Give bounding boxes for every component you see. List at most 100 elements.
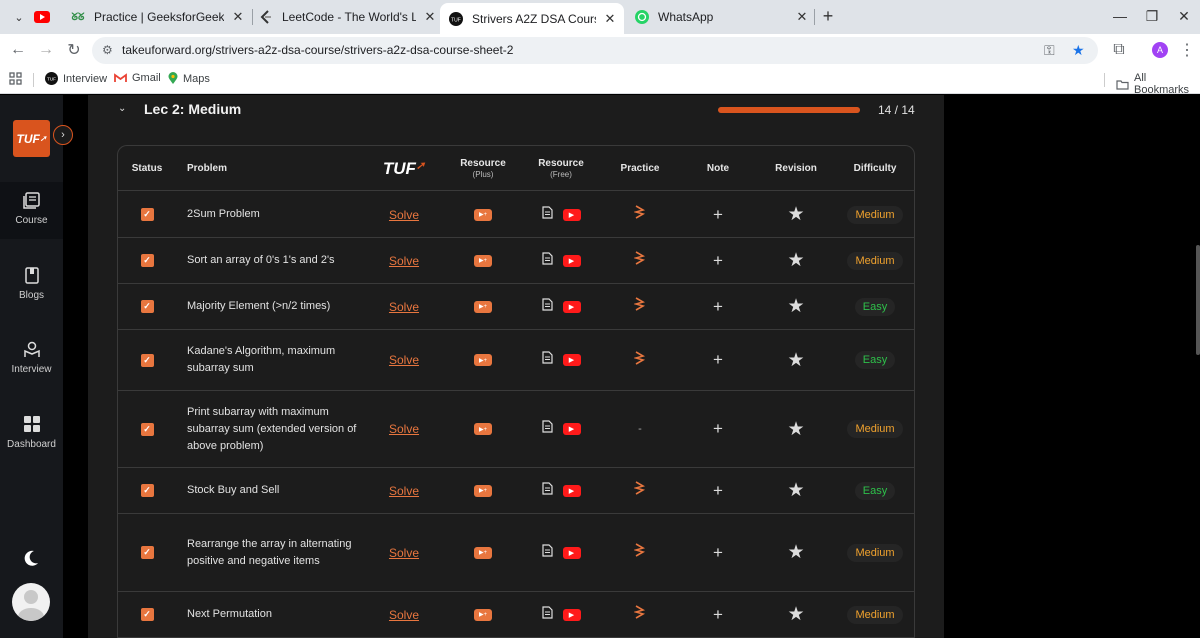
tab-youtube[interactable] [34, 3, 64, 31]
minimize-icon[interactable]: — [1110, 8, 1130, 24]
revision-star-icon[interactable]: ★ [787, 479, 804, 502]
forward-arrow-icon[interactable]: → [35, 39, 57, 61]
status-checkbox[interactable]: ✓ [140, 300, 154, 313]
video-plus-icon[interactable]: ▶+ [474, 300, 492, 313]
article-icon[interactable] [541, 251, 553, 270]
url-text[interactable]: takeuforward.org/strivers-a2z-dsa-course… [122, 43, 513, 57]
practice-link-icon[interactable] [633, 480, 646, 501]
new-tab-plus-icon[interactable]: + [818, 6, 838, 26]
youtube-icon[interactable]: ▶ [562, 484, 581, 497]
apps-grid-icon[interactable] [9, 72, 22, 85]
dark-mode-moon-icon[interactable] [22, 549, 40, 572]
solve-link[interactable]: Solve [389, 422, 419, 436]
extensions-icon[interactable]: ⧉ [1108, 39, 1130, 61]
all-bookmarks[interactable]: All Bookmarks [1116, 72, 1200, 96]
youtube-icon[interactable]: ▶ [562, 608, 581, 621]
restore-icon[interactable]: ❐ [1142, 8, 1162, 25]
revision-star-icon[interactable]: ★ [787, 541, 804, 564]
video-plus-icon[interactable]: ▶+ [474, 546, 492, 559]
address-bar[interactable]: ⚙ takeuforward.org/strivers-a2z-dsa-cour… [92, 37, 1098, 64]
youtube-icon[interactable]: ▶ [562, 546, 581, 559]
profile-avatar[interactable]: A [1149, 39, 1171, 61]
bookmark-gmail[interactable]: Gmail [114, 72, 161, 84]
solve-link[interactable]: Solve [389, 546, 419, 560]
tab-1[interactable]: LeetCode - The World's Leading ✕ [258, 3, 438, 31]
sidebar-item-interview[interactable]: Interview [0, 341, 63, 375]
article-icon[interactable] [541, 543, 553, 562]
video-plus-icon[interactable]: ▶+ [474, 608, 492, 621]
solve-link[interactable]: Solve [389, 208, 419, 222]
add-note-plus-icon[interactable]: + [713, 543, 723, 563]
tuf-logo[interactable]: TUF ➚ [13, 120, 50, 157]
video-plus-icon[interactable]: ▶+ [474, 208, 492, 221]
page-scrollbar[interactable] [1196, 245, 1200, 355]
close-icon[interactable]: ✕ [602, 11, 618, 27]
practice-link-icon[interactable] [633, 204, 646, 225]
bookmark-star-icon[interactable]: ★ [1072, 42, 1085, 59]
solve-link[interactable]: Solve [389, 608, 419, 622]
video-plus-icon[interactable]: ▶+ [474, 354, 492, 366]
article-icon[interactable] [541, 605, 553, 624]
bookmark-maps[interactable]: Maps [168, 72, 210, 85]
practice-link-icon[interactable] [633, 296, 646, 317]
add-note-plus-icon[interactable]: + [713, 481, 723, 501]
video-plus-icon[interactable]: ▶+ [474, 423, 492, 435]
youtube-icon[interactable]: ▶ [562, 208, 581, 221]
status-checkbox[interactable]: ✓ [140, 208, 154, 221]
solve-link[interactable]: Solve [389, 300, 419, 314]
practice-link-icon[interactable] [633, 350, 646, 371]
youtube-icon[interactable]: ▶ [562, 254, 581, 267]
close-icon[interactable]: ✕ [230, 9, 246, 25]
add-note-plus-icon[interactable]: + [713, 297, 723, 317]
tab-search-chevron-icon[interactable]: ⌄ [8, 6, 30, 28]
sidebar-item-course[interactable]: Course [0, 182, 63, 239]
tab-0[interactable]: ᘜᘜ Practice | GeeksforGeeks | A co ✕ [70, 3, 246, 31]
revision-star-icon[interactable]: ★ [787, 418, 804, 441]
close-icon[interactable]: ✕ [422, 9, 438, 25]
add-note-plus-icon[interactable]: + [713, 419, 723, 439]
practice-link-icon[interactable] [633, 250, 646, 271]
article-icon[interactable] [541, 481, 553, 500]
sidebar-item-blogs[interactable]: Blogs [0, 267, 63, 301]
video-plus-icon[interactable]: ▶+ [474, 484, 492, 497]
sidebar-toggle-chevron-icon[interactable]: › [53, 125, 73, 145]
status-checkbox[interactable]: ✓ [140, 608, 154, 621]
add-note-plus-icon[interactable]: + [713, 605, 723, 625]
lecture-header[interactable]: ⌄ Lec 2: Medium 14 / 14 [88, 95, 944, 135]
youtube-icon[interactable]: ▶ [562, 423, 581, 435]
user-avatar[interactable] [12, 583, 50, 621]
status-checkbox[interactable]: ✓ [140, 484, 154, 497]
status-checkbox[interactable]: ✓ [140, 254, 154, 267]
status-checkbox[interactable]: ✓ [140, 353, 154, 367]
password-key-icon[interactable]: ⚿ [1044, 42, 1055, 59]
revision-star-icon[interactable]: ★ [787, 203, 804, 226]
more-menu-icon[interactable]: ⋮ [1176, 39, 1198, 61]
tab-3[interactable]: WhatsApp ✕ [634, 3, 810, 31]
youtube-icon[interactable]: ▶ [562, 354, 581, 366]
article-icon[interactable] [541, 420, 553, 438]
site-info-icon[interactable]: ⚙ [102, 43, 113, 57]
tab-2-active[interactable]: TUF Strivers A2Z DSA Course/Sheet ✕ [440, 3, 624, 34]
close-icon[interactable]: ✕ [794, 9, 810, 25]
practice-link-icon[interactable] [633, 604, 646, 625]
solve-link[interactable]: Solve [389, 254, 419, 268]
sidebar-item-dashboard[interactable]: Dashboard [0, 415, 63, 450]
solve-link[interactable]: Solve [389, 484, 419, 498]
bookmark-interview[interactable]: TUF Interview [45, 72, 107, 85]
practice-link-icon[interactable] [633, 542, 646, 563]
add-note-plus-icon[interactable]: + [713, 251, 723, 271]
window-close-icon[interactable]: ✕ [1174, 8, 1194, 25]
revision-star-icon[interactable]: ★ [787, 249, 804, 272]
chevron-down-icon[interactable]: ⌄ [118, 103, 126, 114]
reload-icon[interactable]: ↻ [63, 39, 85, 61]
revision-star-icon[interactable]: ★ [787, 603, 804, 626]
status-checkbox[interactable]: ✓ [140, 422, 154, 436]
status-checkbox[interactable]: ✓ [140, 546, 154, 559]
solve-link[interactable]: Solve [389, 353, 419, 367]
back-arrow-icon[interactable]: ← [7, 39, 29, 61]
article-icon[interactable] [541, 297, 553, 316]
add-note-plus-icon[interactable]: + [713, 205, 723, 225]
video-plus-icon[interactable]: ▶+ [474, 254, 492, 267]
article-icon[interactable] [541, 205, 553, 224]
revision-star-icon[interactable]: ★ [787, 295, 804, 318]
